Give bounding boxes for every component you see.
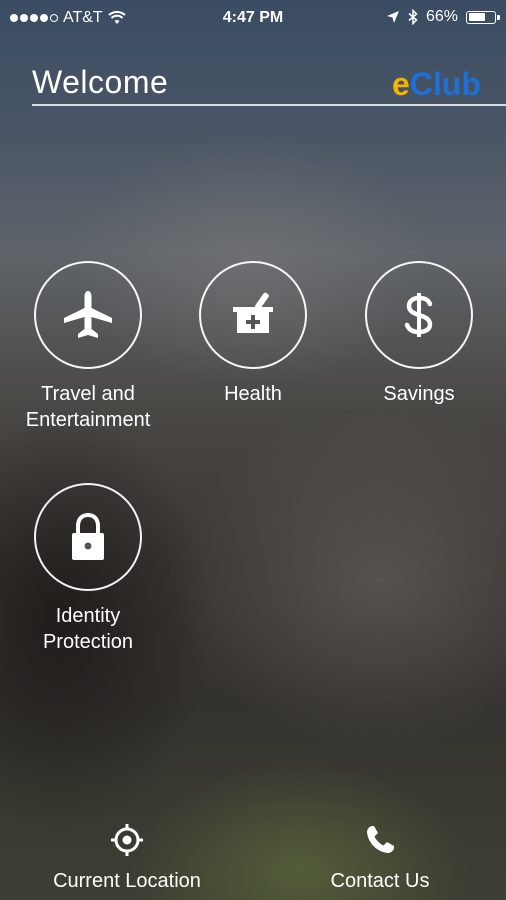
identity-protection-tile[interactable]: Identity Protection <box>8 483 168 655</box>
contact-us-label: Contact Us <box>330 870 430 892</box>
crosshair-icon <box>111 824 143 856</box>
savings-label: Savings <box>383 383 455 405</box>
airplane-icon <box>64 291 112 338</box>
identity-protection-label: Identity Protection <box>42 605 134 653</box>
header: Welcome e Club <box>32 60 506 106</box>
battery-percent: 66% <box>425 8 458 25</box>
health-label: Health <box>224 383 282 405</box>
lock-icon <box>72 512 104 560</box>
phone-icon <box>367 826 394 853</box>
contact-us-button[interactable]: Contact Us <box>300 823 460 893</box>
page-title: Welcome <box>32 64 169 100</box>
health-tile[interactable]: Health <box>173 261 333 407</box>
travel-entertainment-tile[interactable]: Travel and Entertainment <box>8 261 168 433</box>
status-bar: AT&T 4:47 PM 66% <box>0 0 506 36</box>
health-circle-button[interactable] <box>199 261 307 369</box>
mortar-pestle-icon <box>233 292 273 333</box>
dollar-icon <box>404 293 433 337</box>
current-location-label: Current Location <box>53 870 201 892</box>
travel-entertainment-label: Travel and Entertainment <box>25 383 151 431</box>
status-right: 66% <box>386 8 500 26</box>
savings-circle-button[interactable] <box>365 261 473 369</box>
location-arrow-icon <box>386 11 399 23</box>
travel-circle-button[interactable] <box>34 261 142 369</box>
battery-icon <box>466 10 500 24</box>
battery-fill <box>468 13 485 21</box>
current-location-button[interactable]: Current Location <box>30 823 224 893</box>
header-divider <box>32 104 506 106</box>
eclub-logo: e Club <box>392 66 481 102</box>
bluetooth-icon <box>408 9 418 25</box>
identity-circle-button[interactable] <box>34 483 142 591</box>
savings-tile[interactable]: Savings <box>339 261 499 407</box>
